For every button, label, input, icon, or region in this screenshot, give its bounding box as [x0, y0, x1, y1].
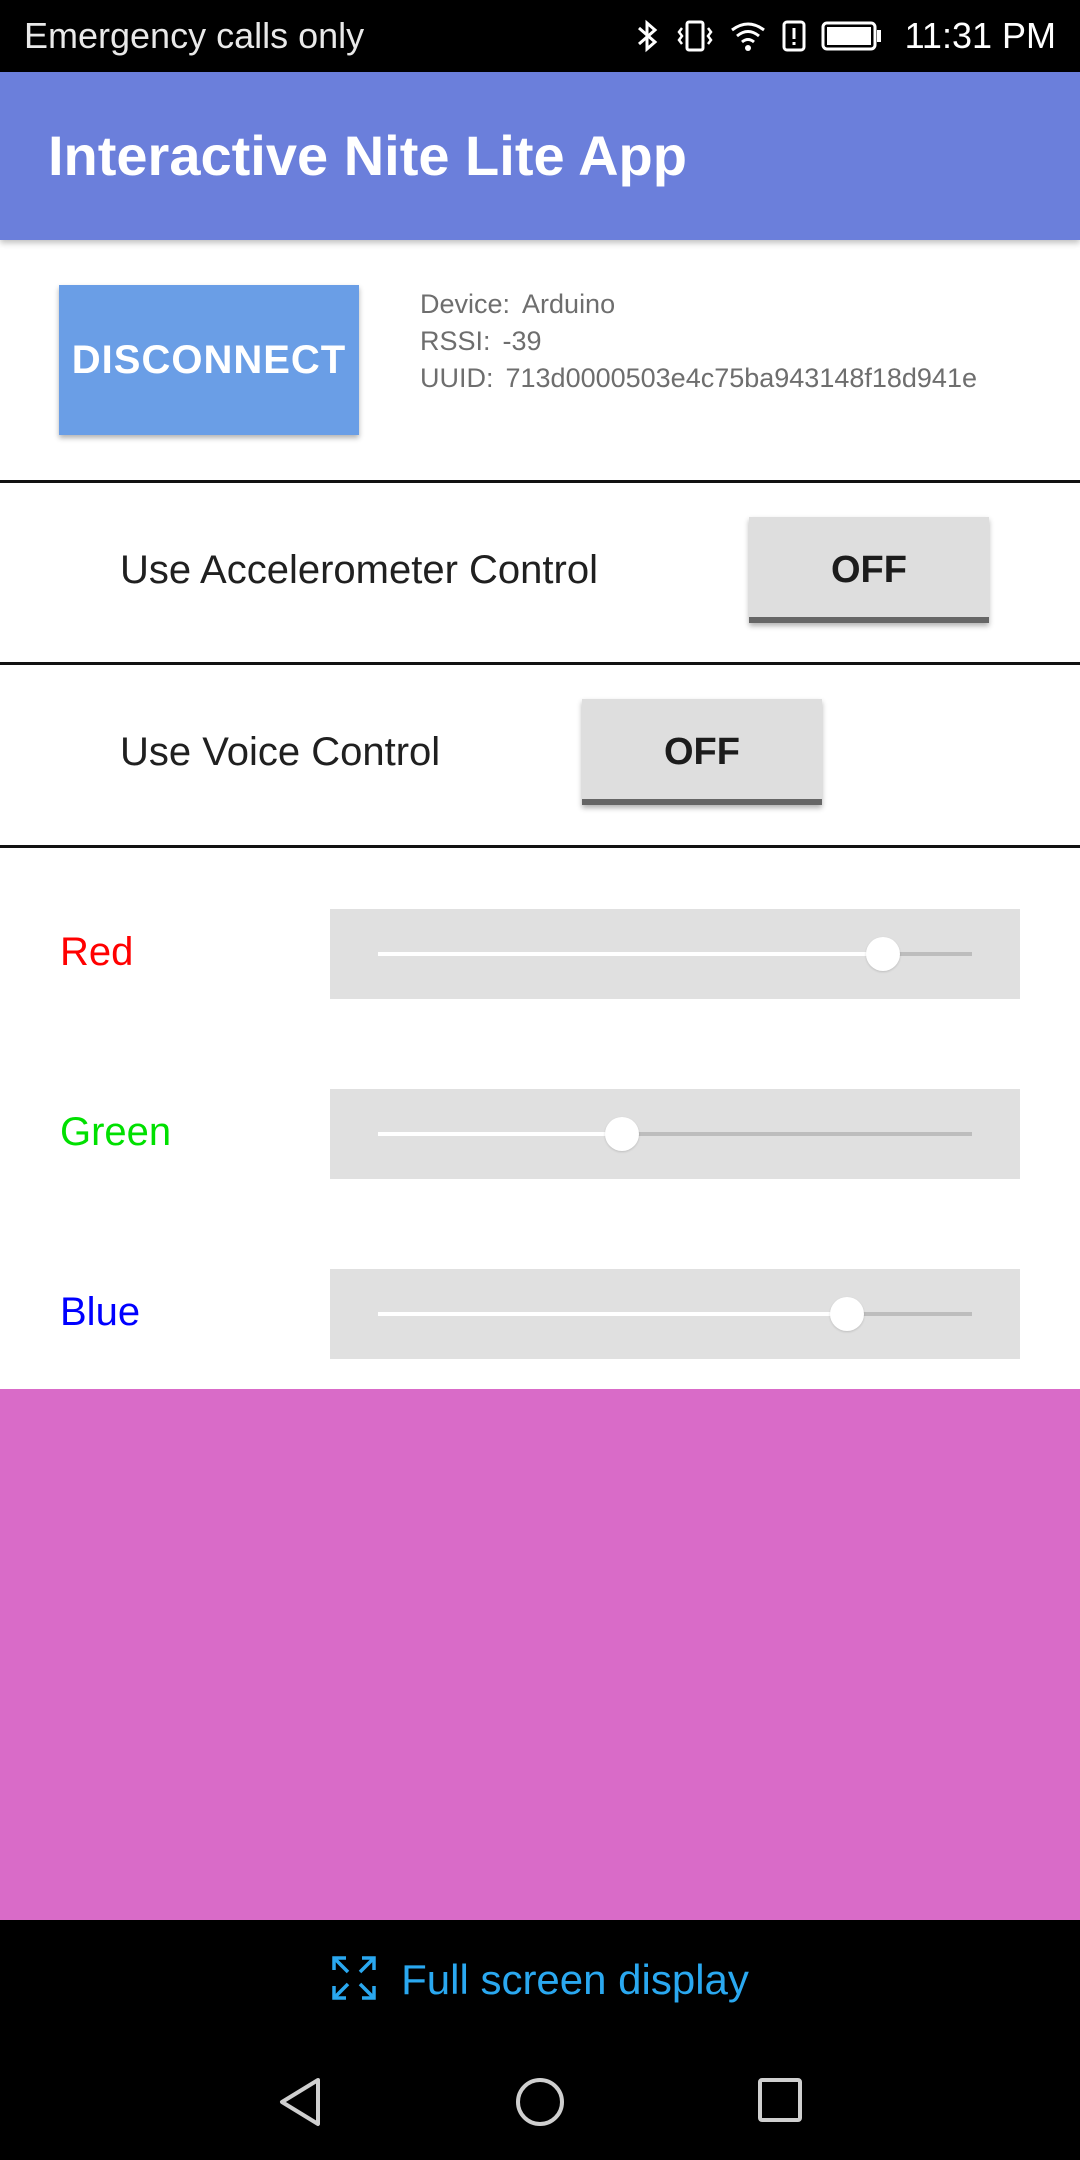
battery-icon	[821, 20, 883, 52]
slider-thumb[interactable]	[865, 937, 900, 971]
navigation-bar	[0, 2040, 1080, 2160]
rssi-row: RSSI: -39	[420, 323, 977, 360]
voice-label: Use Voice Control	[120, 730, 441, 774]
disconnect-button[interactable]: DISCONNECT	[59, 285, 359, 435]
slider-fill	[378, 952, 883, 956]
slider-track	[378, 1117, 972, 1151]
carrier-text: Emergency calls only	[24, 15, 365, 56]
slider-fill	[378, 1132, 622, 1136]
home-icon[interactable]	[514, 2076, 566, 2133]
red-slider[interactable]	[330, 909, 1020, 999]
red-label: Red	[60, 930, 134, 974]
status-icons: 11:31 PM	[635, 0, 1056, 72]
alert-icon	[781, 18, 807, 54]
vibrate-icon	[675, 18, 715, 54]
status-time: 11:31 PM	[904, 15, 1056, 56]
device-name-row: Device: Arduino	[420, 286, 977, 323]
fullscreen-bar: Full screen display	[0, 1920, 1080, 2040]
expand-icon	[331, 1955, 377, 2006]
uuid-value: 713d0000503e4c75ba943148f18d941e	[505, 363, 978, 393]
voice-toggle-button[interactable]: OFF	[582, 699, 822, 805]
device-value: Arduino	[522, 289, 616, 319]
slider-track	[378, 1297, 972, 1331]
slider-track	[378, 937, 972, 971]
uuid-row: UUID: 713d0000503e4c75ba943148f18d941e	[420, 360, 977, 397]
divider	[0, 480, 1080, 483]
rssi-value: -39	[502, 326, 542, 356]
device-info: Device: Arduino RSSI: -39 UUID: 713d0000503…	[420, 286, 977, 397]
device-label: Device:	[420, 289, 511, 319]
divider	[0, 845, 1080, 848]
back-icon[interactable]	[276, 2076, 324, 2133]
green-slider[interactable]	[330, 1089, 1020, 1179]
fullscreen-label: Full screen display	[401, 1956, 749, 2003]
app-bar: Interactive Nite Lite App	[0, 72, 1080, 240]
rssi-label: RSSI:	[420, 326, 491, 356]
color-preview	[0, 1389, 1080, 1920]
app-title: Interactive Nite Lite App	[48, 124, 687, 187]
slider-thumb[interactable]	[830, 1297, 865, 1331]
status-bar: Emergency calls only 11:31 PM	[0, 0, 1080, 72]
blue-slider[interactable]	[330, 1269, 1020, 1359]
wifi-icon	[729, 19, 767, 53]
divider	[0, 662, 1080, 665]
blue-label: Blue	[60, 1290, 141, 1334]
recents-icon[interactable]	[756, 2076, 804, 2129]
fullscreen-button[interactable]: Full screen display	[0, 1920, 1080, 2040]
accelerometer-toggle-button[interactable]: OFF	[749, 517, 989, 623]
slider-fill	[378, 1312, 848, 1316]
bluetooth-icon	[635, 18, 661, 54]
uuid-label: UUID:	[420, 363, 494, 393]
green-label: Green	[60, 1110, 172, 1154]
accelerometer-label: Use Accelerometer Control	[120, 548, 598, 592]
slider-thumb[interactable]	[604, 1117, 639, 1151]
